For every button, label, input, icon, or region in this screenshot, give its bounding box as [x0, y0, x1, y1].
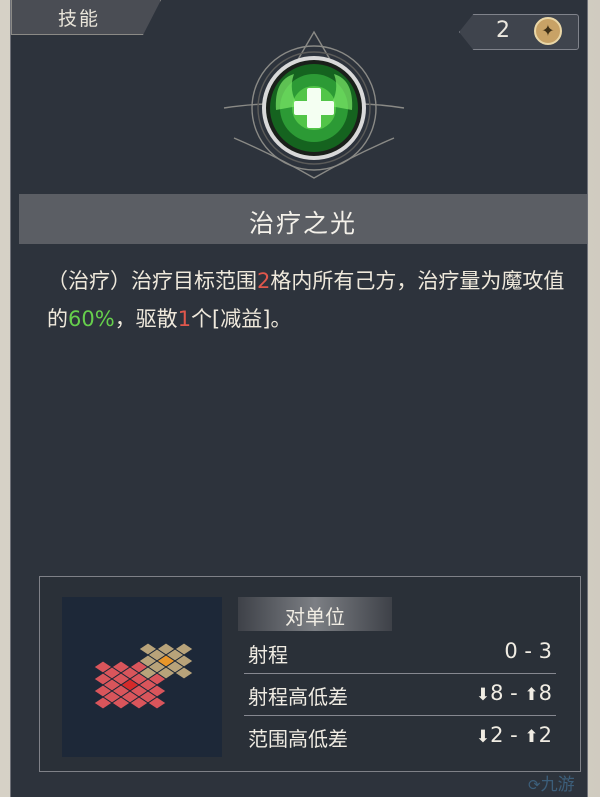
stat-row-range: 射程 0 - 3 — [244, 635, 556, 674]
arrow-down-icon: ⬇ — [475, 727, 491, 747]
watermark-text: 九游 — [540, 775, 575, 795]
desc-heal-percent: 60% — [68, 307, 115, 331]
stat-key: 范围高低差 — [248, 727, 348, 751]
desc-segment: 个[减益]。 — [191, 307, 292, 331]
stat-row-area-height: 范围高低差 ⬇2 - ⬆2 — [244, 719, 556, 757]
skill-name-bar: 治疗之光 — [19, 194, 587, 244]
tab-skill-label: 技能 — [58, 8, 101, 30]
skill-detail-panel: 技能 2 ✦ 治疗之光 （治疗）治疗目标范围2格内所有己方，治疗量为魔攻值的60… — [10, 0, 588, 797]
stat-down-value: 2 — [490, 723, 504, 747]
desc-segment: （治疗）治疗目标范围 — [47, 269, 257, 293]
star-badge-icon: ✦ — [534, 17, 562, 45]
desc-range-value: 2 — [257, 269, 271, 293]
desc-dispel-count: 1 — [177, 307, 192, 331]
heal-cross-icon — [223, 30, 405, 179]
desc-segment: ，驱散 — [114, 307, 178, 331]
stat-value: ⬇8 - ⬆8 — [476, 681, 552, 705]
stat-up-value: 8 — [538, 681, 552, 705]
stat-separator: - — [503, 723, 525, 747]
arrow-down-icon: ⬇ — [475, 685, 491, 705]
skill-cost-badge: 2 ✦ — [459, 14, 579, 50]
tab-skill[interactable]: 技能 — [11, 0, 161, 35]
skill-name: 治疗之光 — [248, 209, 357, 238]
stat-down-value: 8 — [490, 681, 504, 705]
stat-up-value: 2 — [538, 723, 552, 747]
target-type-label: 对单位 — [285, 605, 345, 629]
stat-value: ⬇2 - ⬆2 — [476, 723, 552, 747]
skill-description: （治疗）治疗目标范围2格内所有己方，治疗量为魔攻值的60%，驱散1个[减益]。 — [47, 262, 569, 338]
stat-row-range-height: 射程高低差 ⬇8 - ⬆8 — [244, 677, 556, 716]
nine-game-logo-icon: ⟳九游 — [528, 775, 575, 795]
skill-cost-value: 2 — [496, 18, 510, 43]
stat-separator: - — [503, 681, 525, 705]
stat-key: 射程 — [248, 643, 288, 667]
target-type-bar: 对单位 — [238, 597, 392, 631]
stat-value: 0 - 3 — [504, 639, 552, 663]
arrow-up-icon: ⬆ — [524, 727, 539, 747]
arrow-up-icon: ⬆ — [524, 685, 539, 705]
stat-key: 射程高低差 — [248, 685, 348, 709]
skill-info-box: 对单位 射程 0 - 3 射程高低差 ⬇8 - ⬆8 范围高低差 ⬇2 - ⬆2 — [39, 576, 581, 772]
range-grid-map — [62, 597, 222, 757]
